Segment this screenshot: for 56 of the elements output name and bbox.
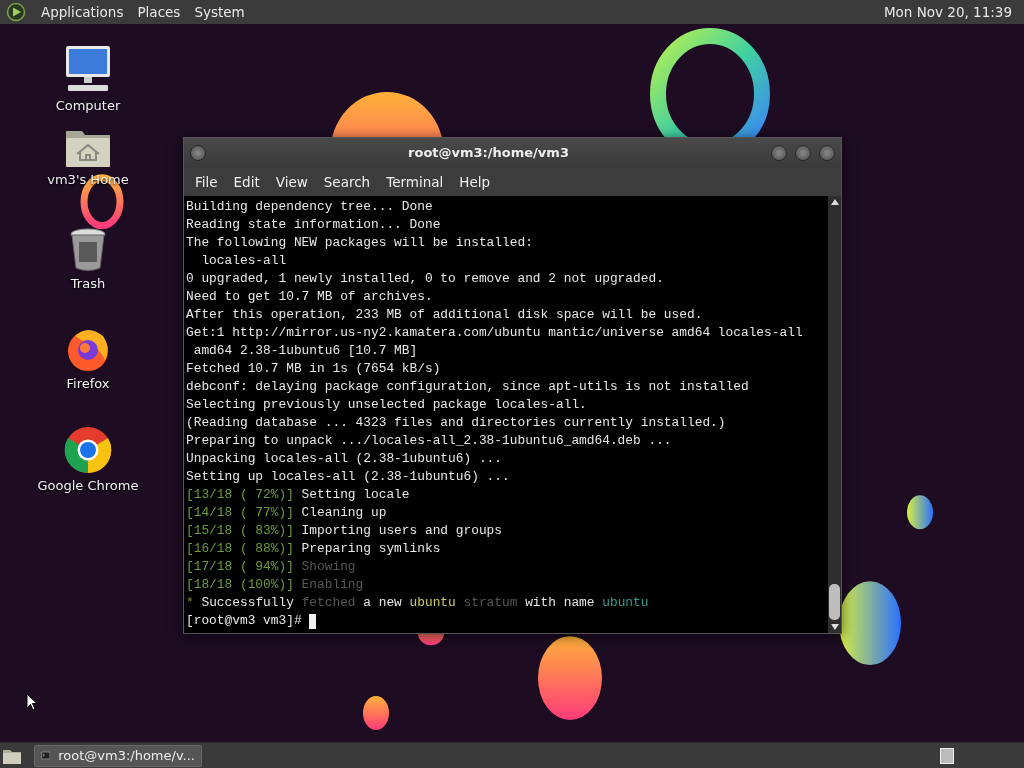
desktop-icon-label[interactable]: Computer xyxy=(55,98,121,113)
desktop-icon-label[interactable]: Firefox xyxy=(66,376,110,391)
terminal-line: (Reading database ... 4323 files and directories currently installed.) xyxy=(186,414,726,432)
scrollbar[interactable] xyxy=(828,196,841,633)
home-folder-icon[interactable] xyxy=(65,128,111,168)
maximize-button[interactable] xyxy=(795,144,811,161)
terminal-line: Setting up locales-all (2.38-1ubuntu6) ... xyxy=(186,468,510,486)
close-button[interactable] xyxy=(819,144,835,161)
window-title: root@vm3:/home/vm3 xyxy=(407,145,570,160)
desktop-icon-label[interactable]: Trash xyxy=(70,276,106,291)
chrome-icon[interactable] xyxy=(64,426,112,474)
terminal-line: [root@vm3 vm3]# xyxy=(186,612,303,630)
terminal-line: amd64 2.38-1ubuntu6 [10.7 MB] xyxy=(192,342,418,360)
scroll-down-icon[interactable] xyxy=(830,624,839,630)
terminal-line: Need to get 10.7 MB of archives. xyxy=(186,288,433,306)
terminal-line: Fetched 10.7 MB in 1s (7654 kB/s) xyxy=(186,360,441,378)
terminal-line: Building dependency tree... Done xyxy=(186,198,433,216)
scroll-up-icon[interactable] xyxy=(830,199,839,205)
minimize-button[interactable] xyxy=(771,144,787,161)
terminal-line: locales-all xyxy=(200,252,287,270)
terminal-line: [13/18 ( 72%)] Setting locale xyxy=(186,486,410,504)
terminal-icon xyxy=(41,749,51,762)
terminal-line: Selecting previously unselected package locales-all. xyxy=(186,396,587,414)
terminal-line: debconf: delaying package configuration, since apt-utils is not installed xyxy=(186,378,749,396)
terminal-line: [16/18 ( 88%)] Preparing symlinks xyxy=(186,540,441,558)
menu-item[interactable]: Terminal xyxy=(378,173,452,190)
menu-item[interactable]: Search xyxy=(315,173,379,190)
terminal-line: [15/18 ( 83%)] Importing users and groups xyxy=(186,522,502,540)
terminal-line: [18/18 (100%)] Enabling xyxy=(186,576,364,594)
scroll-thumb[interactable] xyxy=(829,584,840,620)
terminal-line: After this operation, 233 MB of additional disk space will be used. xyxy=(186,306,703,324)
clock[interactable]: Mon Nov 20, 11:39 xyxy=(883,4,1012,20)
terminal-line: The following NEW packages will be installed: xyxy=(186,234,533,252)
computer-icon[interactable] xyxy=(63,44,113,94)
terminal-line: * Successfully fetched a new ubuntu stratum with name ubuntu xyxy=(186,594,649,612)
terminal-line: 0 upgraded, 1 newly installed, 0 to remove and 2 not upgraded. xyxy=(186,270,664,288)
menu-item[interactable]: Edit xyxy=(225,173,268,190)
menu-item[interactable]: File xyxy=(187,173,226,190)
mouse-pointer-icon xyxy=(26,693,38,711)
menu-item[interactable]: Help xyxy=(451,173,499,190)
panel-menu[interactable]: Places xyxy=(130,4,188,20)
workspace-switcher[interactable] xyxy=(940,747,954,764)
terminal-line: Reading state information... Done xyxy=(186,216,441,234)
panel-menu[interactable]: System xyxy=(187,4,252,20)
panel-menu[interactable]: Applications xyxy=(34,4,131,20)
terminal-line: Get:1 http://mirror.us-ny2.kamatera.com/ubuntu mantic/universe amd64 locales-all xyxy=(186,324,803,342)
terminal-line: Unpacking locales-all (2.38-1ubuntu6) ... xyxy=(186,450,502,468)
desktop-icon-label[interactable]: Google Chrome xyxy=(37,478,139,493)
trash-icon[interactable] xyxy=(69,228,107,272)
window-menu-button[interactable] xyxy=(190,144,206,161)
taskbar-button[interactable]: root@vm3:/home/v... xyxy=(34,744,202,767)
terminal-line: Preparing to unpack .../locales-all_2.38-1ubuntu6_amd64.deb ... xyxy=(186,432,672,450)
terminal-line: [17/18 ( 94%)] Showing xyxy=(186,558,356,576)
play-icon[interactable] xyxy=(6,2,26,22)
menu-item[interactable]: View xyxy=(267,173,316,190)
terminal-line: [14/18 ( 77%)] Cleaning up xyxy=(186,504,387,522)
